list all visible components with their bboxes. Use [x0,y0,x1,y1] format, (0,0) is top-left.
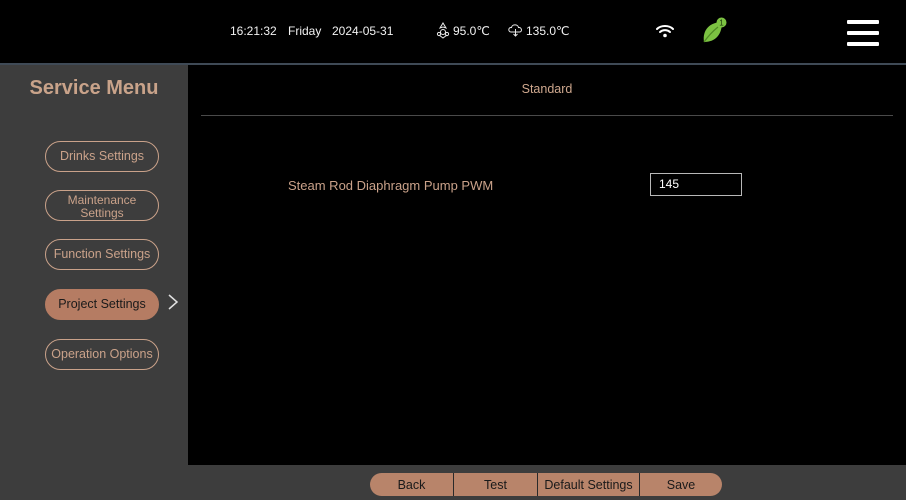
back-button[interactable]: Back [370,473,454,496]
date: 2024-05-31 [332,24,394,38]
hamburger-menu-icon[interactable] [847,20,879,46]
page-title: Standard [521,82,573,96]
param-label: Steam Rod Diaphragm Pump PWM [288,178,494,193]
default-settings-button[interactable]: Default Settings [538,473,640,496]
boiler-temperature: 95.0℃ [453,24,490,38]
title-divider [201,115,893,116]
sidebar-item-operation-options[interactable]: Operation Options [45,339,159,370]
sidebar-item-project-settings[interactable]: Project Settings [45,289,159,320]
sidebar-title: Service Menu [29,77,159,99]
bottom-action-bar: Back Test Default Settings Save [188,465,906,500]
steam-temperature: 135.0℃ [526,24,570,38]
sidebar-item-drinks-settings[interactable]: Drinks Settings [45,141,159,172]
day-of-week: Friday [288,24,322,38]
sidebar-item-maintenance-settings[interactable]: Maintenance Settings [45,190,159,221]
sidebar: Service Menu Drinks Settings Maintenance… [0,65,188,500]
clock-time: 16:21:32 [230,24,277,38]
pwm-value-input[interactable]: 145 [650,173,742,196]
status-bar: 16:21:32 Friday 2024-05-31 95.0℃ 135.0℃ … [0,0,906,63]
chevron-right-icon [168,294,179,310]
boiler-temp-icon [436,22,450,39]
action-button-group: Back Test Default Settings Save [370,473,722,496]
sidebar-item-function-settings[interactable]: Function Settings [45,239,159,270]
notification-badge: 1 [719,19,724,28]
main-panel: Standard Steam Rod Diaphragm Pump PWM 14… [188,65,906,465]
save-button[interactable]: Save [640,473,722,496]
steam-temp-icon [508,24,522,37]
eco-leaf-icon[interactable]: 1 [700,16,728,46]
test-button[interactable]: Test [454,473,538,496]
wifi-icon [656,25,674,38]
